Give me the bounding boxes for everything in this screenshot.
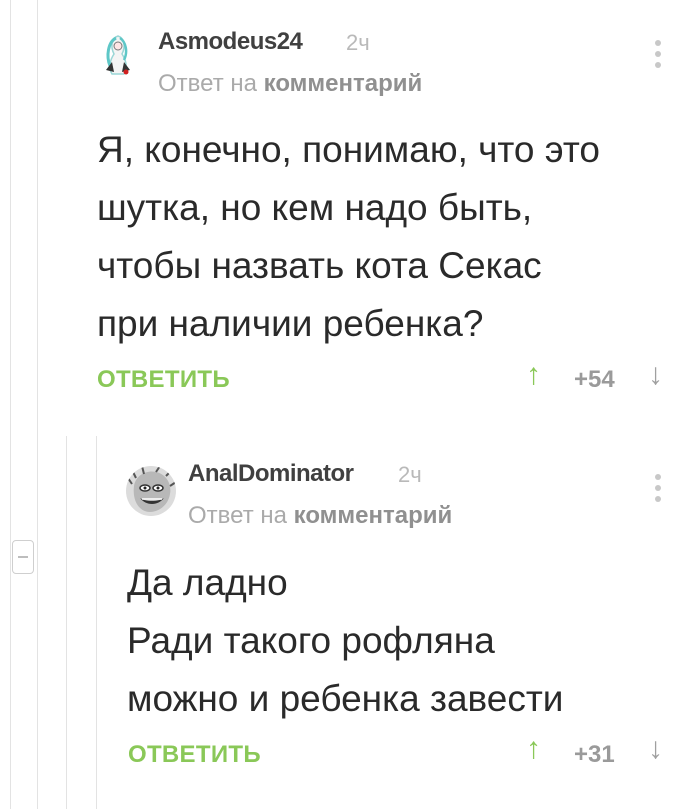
reply-to-prefix: Ответ на xyxy=(188,502,287,529)
comment-line: чтобы назвать кота Секас xyxy=(97,245,542,286)
more-options-icon[interactable] xyxy=(655,474,663,507)
reply-to-target[interactable]: комментарий xyxy=(294,502,453,529)
reply-to-prefix: Ответ на xyxy=(158,70,257,97)
avatar[interactable] xyxy=(126,466,176,516)
arrow-up-icon[interactable]: ↑ xyxy=(526,358,541,392)
more-options-icon[interactable] xyxy=(655,40,663,73)
comment-line: Ради такого рофляна xyxy=(127,620,495,661)
comment-body: Я, конечно, понимаю, что это шутка, но к… xyxy=(97,121,600,353)
reply-to-target[interactable]: комментарий xyxy=(264,70,423,97)
comment-time: 2ч xyxy=(398,462,422,487)
comment-line: Я, конечно, понимаю, что это xyxy=(97,129,600,170)
comment-line: Да ладно xyxy=(127,562,288,603)
comment-body: Да ладно Ради такого рофляна можно и реб… xyxy=(127,554,563,728)
reply-to-link[interactable]: Ответ на комментарий xyxy=(158,70,422,98)
comment-line: шутка, но кем надо быть, xyxy=(97,187,533,228)
comment-author[interactable]: Asmodeus24 xyxy=(158,28,303,56)
comment-author[interactable]: AnalDominator xyxy=(188,460,354,488)
reply-button[interactable]: ОТВЕТИТЬ xyxy=(97,366,230,394)
comment-rating: +54 xyxy=(574,366,615,393)
avatar[interactable] xyxy=(98,32,138,78)
comment-line: можно и ребенка завести xyxy=(127,678,564,719)
arrow-down-icon[interactable]: ↓ xyxy=(648,732,663,766)
reply-to-link[interactable]: Ответ на комментарий xyxy=(188,502,452,530)
arrow-down-icon[interactable]: ↓ xyxy=(648,358,663,392)
arrow-up-icon[interactable]: ↑ xyxy=(526,732,541,766)
comment-line: при наличии ребенка? xyxy=(97,303,484,344)
comment: AnalDominator 2ч Ответ на комментарий Да… xyxy=(0,440,700,809)
comment: Asmodeus24 2ч Ответ на комментарий Я, ко… xyxy=(0,0,700,420)
reply-button[interactable]: ОТВЕТИТЬ xyxy=(128,741,261,769)
comment-time: 2ч xyxy=(346,30,370,55)
comment-rating: +31 xyxy=(574,741,615,768)
